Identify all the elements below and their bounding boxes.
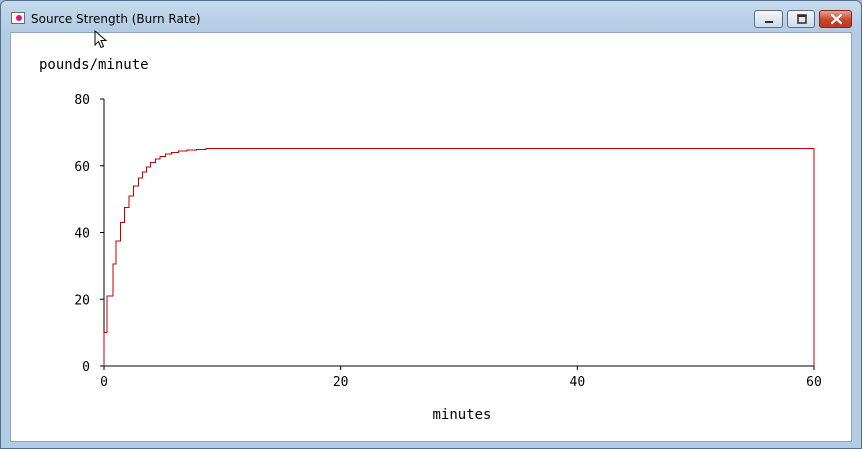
app-icon[interactable] — [11, 12, 25, 24]
plot-series — [103, 147, 815, 366]
close-button[interactable] — [819, 10, 852, 28]
x-axis-label: minutes — [432, 407, 491, 423]
chart-window: Source Strength (Burn Rate) pounds/minut… — [0, 0, 862, 449]
x-tick-label: 0 — [100, 375, 108, 390]
title-bar[interactable]: Source Strength (Burn Rate) — [1, 1, 861, 32]
y-tick-label: 0 — [82, 360, 90, 375]
minimize-icon — [765, 21, 773, 23]
x-tick-label: 20 — [333, 375, 349, 390]
close-icon — [830, 13, 843, 25]
maximize-icon — [797, 14, 807, 24]
x-tick-label: 60 — [806, 375, 822, 390]
y-tick-label: 80 — [74, 93, 90, 108]
axes — [100, 98, 815, 370]
chart-svg: pounds/minute minutes 0 20 40 60 80 0 20 40 60 — [39, 57, 822, 423]
x-tick-label: 40 — [570, 375, 586, 390]
y-tick-label: 40 — [74, 227, 90, 242]
y-tick-label: 20 — [74, 293, 90, 308]
chart-area: pounds/minute minutes 0 20 40 60 80 0 20 40 60 — [10, 32, 852, 442]
tick-labels: 0 20 40 60 80 0 20 40 60 — [74, 93, 821, 390]
series-line — [103, 147, 815, 366]
maximize-button[interactable] — [787, 10, 815, 28]
mouse-cursor-icon — [94, 30, 108, 49]
y-axis-label: pounds/minute — [39, 57, 149, 73]
minimize-button[interactable] — [754, 10, 783, 28]
y-tick-label: 60 — [74, 160, 90, 175]
window-title: Source Strength (Burn Rate) — [31, 12, 201, 26]
